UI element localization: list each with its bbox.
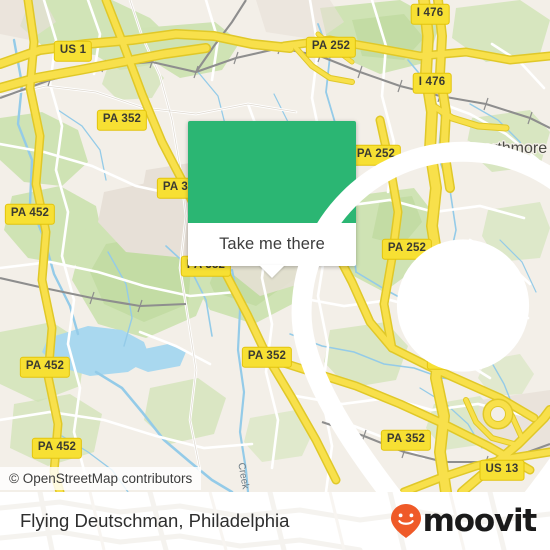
popup-action-bar[interactable]: Take me there (188, 223, 356, 278)
place-name-label: Flying Deutschman, Philadelphia (20, 510, 290, 531)
map-canvas[interactable]: US 1 PA 252 I 476 I 476 PA 352 PA 252 PA… (0, 0, 550, 492)
road-shield-i-476-north[interactable]: I 476 (410, 3, 450, 25)
road-shield-us-1[interactable]: US 1 (53, 40, 93, 62)
moovit-pin-icon (390, 504, 421, 538)
bottom-info-bar: Flying Deutschman, Philadelphia moovit (0, 492, 550, 550)
road-shield-pa-452-sw[interactable]: PA 452 (19, 356, 71, 378)
road-shield-pa-452-s[interactable]: PA 452 (31, 437, 83, 459)
map-pin-icon (291, 141, 550, 492)
road-shield-i-476-mid[interactable]: I 476 (412, 72, 452, 94)
moovit-wordmark: moovit (422, 502, 538, 539)
popup-icon-panel (188, 121, 550, 492)
road-shield-pa-252-north[interactable]: PA 252 (305, 36, 357, 58)
map-screenshot: US 1 PA 252 I 476 I 476 PA 352 PA 252 PA… (0, 0, 550, 550)
road-shield-pa-352-nw[interactable]: PA 352 (96, 109, 148, 131)
popup-pointer-tail (259, 265, 285, 278)
take-me-there-label: Take me there (219, 235, 325, 253)
osm-attribution[interactable]: © OpenStreetMap contributors (0, 467, 202, 490)
moovit-logo[interactable]: moovit (390, 502, 538, 539)
location-popup[interactable]: Take me there (188, 121, 550, 492)
road-shield-pa-452-nw[interactable]: PA 452 (4, 203, 56, 225)
